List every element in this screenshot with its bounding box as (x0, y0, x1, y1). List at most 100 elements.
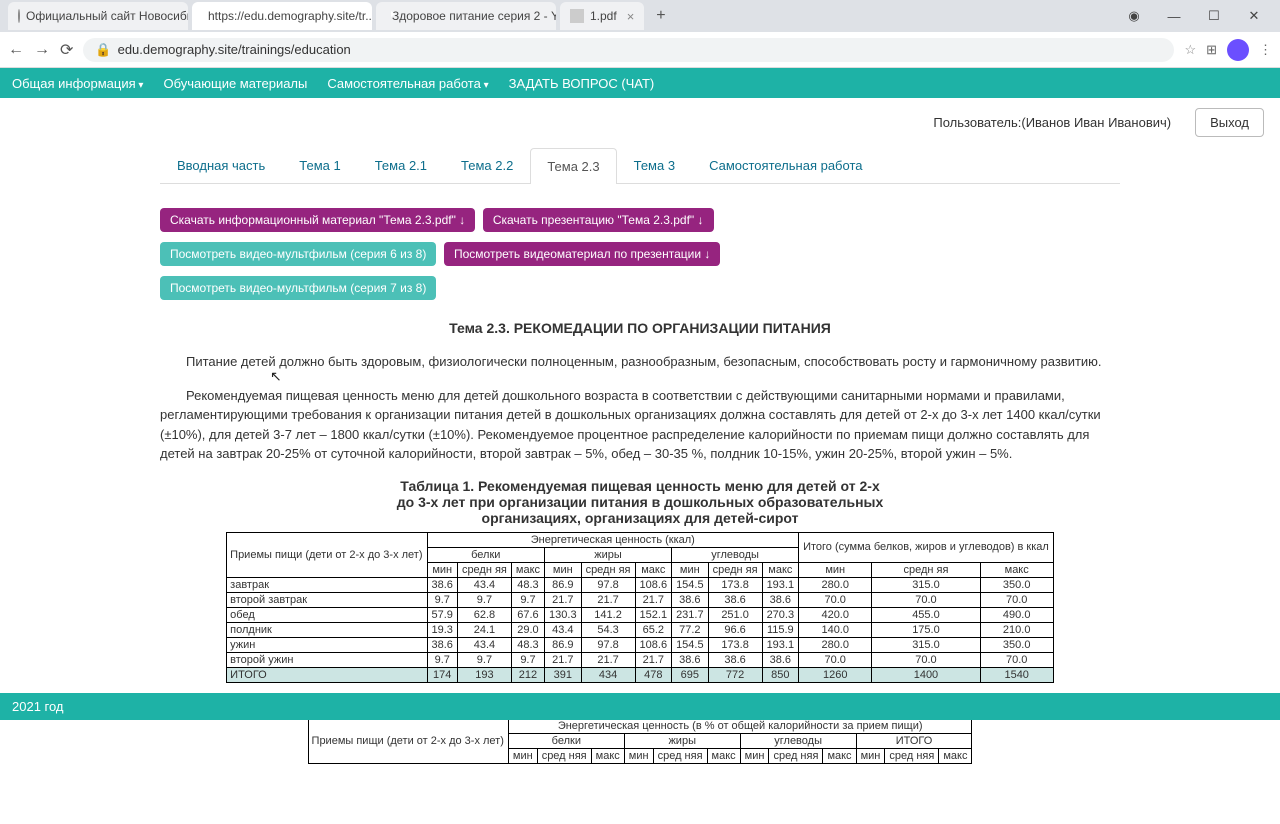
cell: 65.2 (635, 622, 672, 637)
close-window-button[interactable]: ✕ (1236, 8, 1272, 24)
paragraph-1: Питание детей должно быть здоровым, физи… (160, 352, 1120, 372)
subcol-header: средн яя (708, 562, 762, 577)
cell: 108.6 (635, 637, 672, 652)
cell: 115.9 (762, 622, 799, 637)
paragraph-2: Рекомендуемая пищевая ценность меню для … (160, 386, 1120, 464)
download-info-button[interactable]: Скачать информационный материал "Тема 2.… (160, 208, 475, 232)
table-1-caption: Таблица 1. Рекомендуемая пищевая ценност… (390, 478, 890, 526)
table-row: второй завтрак9.79.79.721.721.721.738.63… (227, 592, 1054, 607)
cell: 70.0 (872, 652, 980, 667)
tab-theme-1[interactable]: Тема 1 (282, 147, 357, 183)
extensions-icon[interactable]: ⊞ (1206, 42, 1217, 58)
browser-tab-2[interactable]: https://edu.demography.site/tr...× (192, 2, 372, 30)
group-header: белки (508, 733, 624, 748)
cell: 19.3 (427, 622, 457, 637)
tab-theme-2-2[interactable]: Тема 2.2 (444, 147, 530, 183)
btn-label: Скачать информационный материал "Тема 2.… (170, 213, 456, 227)
subcol-header: сред няя (885, 748, 939, 763)
maximize-button[interactable]: ☐ (1196, 8, 1232, 24)
cell: 38.6 (672, 592, 709, 607)
subcol-header: средн яя (872, 562, 980, 577)
record-icon[interactable]: ◉ (1116, 8, 1152, 24)
tab-title: Официальный сайт Новосиби (26, 9, 188, 23)
menu-icon[interactable]: ⋮ (1259, 42, 1272, 58)
cell: 38.6 (427, 637, 457, 652)
cell: 193.1 (762, 637, 799, 652)
minimize-button[interactable]: — (1156, 9, 1192, 24)
browser-tab-3[interactable]: Здоровое питание серия 2 - Yo× (376, 2, 556, 30)
nav-self-work[interactable]: Самостоятельная работа (327, 76, 488, 91)
tab-self-work[interactable]: Самостоятельная работа (692, 147, 879, 183)
subcol-header: сред няя (653, 748, 707, 763)
browser-tab-4[interactable]: 1.pdf × (560, 2, 644, 30)
tab-theme-3[interactable]: Тема 3 (617, 147, 692, 183)
cell: 54.3 (581, 622, 635, 637)
cell: 315.0 (872, 577, 980, 592)
cell: 173.8 (708, 637, 762, 652)
nav-ask-question[interactable]: ЗАДАТЬ ВОПРОС (ЧАТ) (509, 76, 655, 91)
row-header: Приемы пищи (дети от 2-х до 3-х лет) (227, 532, 427, 577)
new-tab-button[interactable]: + (648, 7, 673, 25)
cell: 280.0 (799, 637, 872, 652)
cell: 850 (762, 667, 799, 682)
tab-strip: Официальный сайт Новосиби× https://edu.d… (0, 0, 1280, 32)
cell: 38.6 (427, 577, 457, 592)
download-icon (456, 213, 465, 227)
cell: 70.0 (872, 592, 980, 607)
cell: 67.6 (511, 607, 544, 622)
cell: 173.8 (708, 577, 762, 592)
group-header: белки (427, 547, 545, 562)
cell: 86.9 (545, 577, 582, 592)
tab-intro[interactable]: Вводная часть (160, 147, 282, 183)
watch-presentation-video-button[interactable]: Посмотреть видеоматериал по презентации (444, 242, 720, 266)
cell: 141.2 (581, 607, 635, 622)
profile-avatar[interactable] (1227, 39, 1249, 61)
cell: 70.0 (980, 652, 1053, 667)
cell: 57.9 (427, 607, 457, 622)
cell: 43.4 (545, 622, 582, 637)
back-button[interactable]: ← (8, 41, 24, 59)
group-header: углеводы (740, 733, 856, 748)
forward-button[interactable]: → (34, 41, 50, 59)
nutrition-table-1: Приемы пищи (дети от 2-х до 3-х лет)Энер… (226, 532, 1054, 683)
content: Вводная часть Тема 1 Тема 2.1 Тема 2.2 Т… (140, 147, 1140, 824)
subcol-header: мин (624, 748, 653, 763)
bookmark-icon[interactable]: ☆ (1184, 42, 1196, 58)
energy-header: Энергетическая ценность (в % от общей ка… (508, 718, 972, 733)
total-header: Итого (сумма белков, жиров и углеводов) … (799, 532, 1054, 562)
watch-cartoon-7-button[interactable]: Посмотреть видео-мультфильм (серия 7 из … (160, 276, 436, 300)
nav-training-materials[interactable]: Обучающие материалы (163, 76, 307, 91)
cell: 280.0 (799, 577, 872, 592)
total-row: ИТОГО17419321239143447869577285012601400… (227, 667, 1054, 682)
row-label: ИТОГО (227, 667, 427, 682)
cell: 420.0 (799, 607, 872, 622)
tab-theme-2-1[interactable]: Тема 2.1 (358, 147, 444, 183)
subcol-header: сред няя (537, 748, 591, 763)
cell: 9.7 (457, 592, 511, 607)
cell: 38.6 (708, 652, 762, 667)
subcol-header: макс (635, 562, 672, 577)
reload-button[interactable]: ⟳ (60, 40, 73, 60)
tab-title: 1.pdf (590, 9, 617, 23)
watch-cartoon-6-button[interactable]: Посмотреть видео-мультфильм (серия 6 из … (160, 242, 436, 266)
browser-chrome: Официальный сайт Новосиби× https://edu.d… (0, 0, 1280, 68)
logout-button[interactable]: Выход (1195, 108, 1264, 137)
subcol-header: мин (672, 562, 709, 577)
cell: 695 (672, 667, 709, 682)
url-input[interactable]: 🔒 edu.demography.site/trainings/educatio… (83, 38, 1174, 62)
cell: 9.7 (457, 652, 511, 667)
cell: 48.3 (511, 577, 544, 592)
cell: 152.1 (635, 607, 672, 622)
download-presentation-button[interactable]: Скачать презентацию "Тема 2.3.pdf" (483, 208, 714, 232)
body-text: Питание детей должно быть здоровым, физи… (160, 352, 1120, 464)
cell: 1540 (980, 667, 1053, 682)
tab-theme-2-3[interactable]: Тема 2.3 (530, 148, 616, 184)
subcol-header: макс (823, 748, 856, 763)
nav-general-info[interactable]: Общая информация (12, 76, 143, 91)
btn-label: Скачать презентацию "Тема 2.3.pdf" (493, 213, 694, 227)
row-label: второй ужин (227, 652, 427, 667)
cell: 70.0 (980, 592, 1053, 607)
browser-tab-1[interactable]: Официальный сайт Новосиби× (8, 2, 188, 30)
close-icon[interactable]: × (627, 9, 635, 24)
cell: 154.5 (672, 637, 709, 652)
